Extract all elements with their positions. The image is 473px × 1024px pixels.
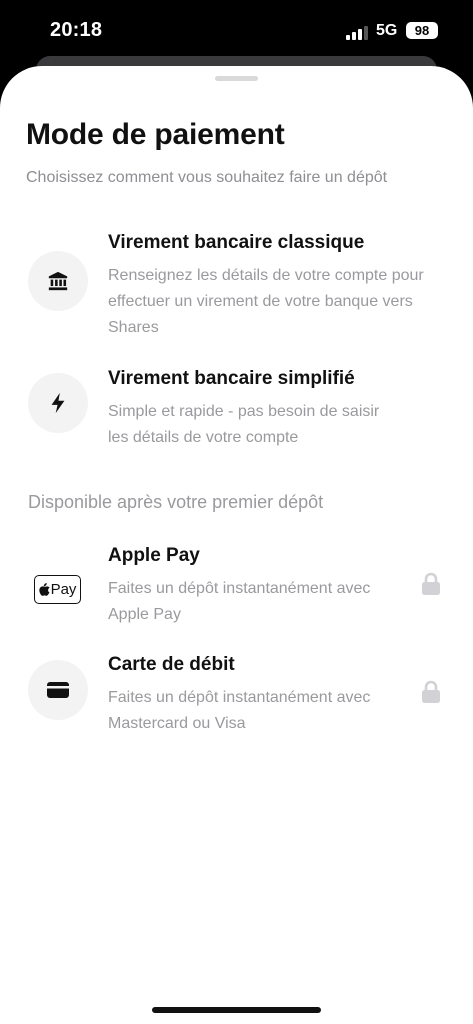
cellular-signal-icon <box>346 24 370 40</box>
option-title: Carte de débit <box>108 654 235 675</box>
home-indicator[interactable] <box>152 1007 321 1013</box>
option-description: Faites un dépôt instantanément avec Appl… <box>108 580 371 623</box>
option-classic-bank-transfer[interactable]: Virement bancaire classique Renseignez l… <box>0 232 473 342</box>
option-description: Simple et rapide - pas besoin de saisir … <box>108 403 380 446</box>
lightning-icon <box>51 392 65 414</box>
status-bar: 20:18 5G 98 <box>0 0 473 60</box>
credit-card-icon-circle <box>28 660 88 720</box>
network-type: 5G <box>376 22 398 39</box>
page-title: Mode de paiement <box>26 118 285 151</box>
option-apple-pay[interactable]: Pay Apple Pay Faites un dépôt instantané… <box>0 545 473 625</box>
battery-icon: 98 <box>406 22 438 39</box>
option-debit-card[interactable]: Carte de débit Faites un dépôt instantan… <box>0 654 473 734</box>
option-simplified-bank-transfer[interactable]: Virement bancaire simplifié Simple et ra… <box>0 368 473 448</box>
credit-card-icon <box>47 682 69 698</box>
option-title: Virement bancaire simplifié <box>108 368 355 389</box>
lock-icon <box>422 572 440 595</box>
option-description: Renseignez les détails de votre compte p… <box>108 267 424 336</box>
battery-level: 98 <box>414 23 430 38</box>
lightning-icon-circle <box>28 373 88 433</box>
page-subtitle: Choisissez comment vous souhaitez faire … <box>26 169 388 186</box>
apple-pay-icon: Pay <box>34 575 81 604</box>
locked-section-label: Disponible après votre premier dépôt <box>28 492 324 512</box>
bank-icon-circle <box>28 251 88 311</box>
sheet-grabber[interactable] <box>215 76 258 81</box>
option-description: Faites un dépôt instantanément avec Mast… <box>108 689 371 732</box>
payment-method-sheet: Mode de paiement Choisissez comment vous… <box>0 66 473 1024</box>
status-time: 20:18 <box>50 19 103 41</box>
lock-icon <box>422 680 440 703</box>
apple-logo-icon <box>38 583 50 596</box>
bank-icon <box>48 271 68 291</box>
option-title: Apple Pay <box>108 545 200 566</box>
apple-pay-label: Pay <box>50 581 77 598</box>
option-title: Virement bancaire classique <box>108 232 365 253</box>
